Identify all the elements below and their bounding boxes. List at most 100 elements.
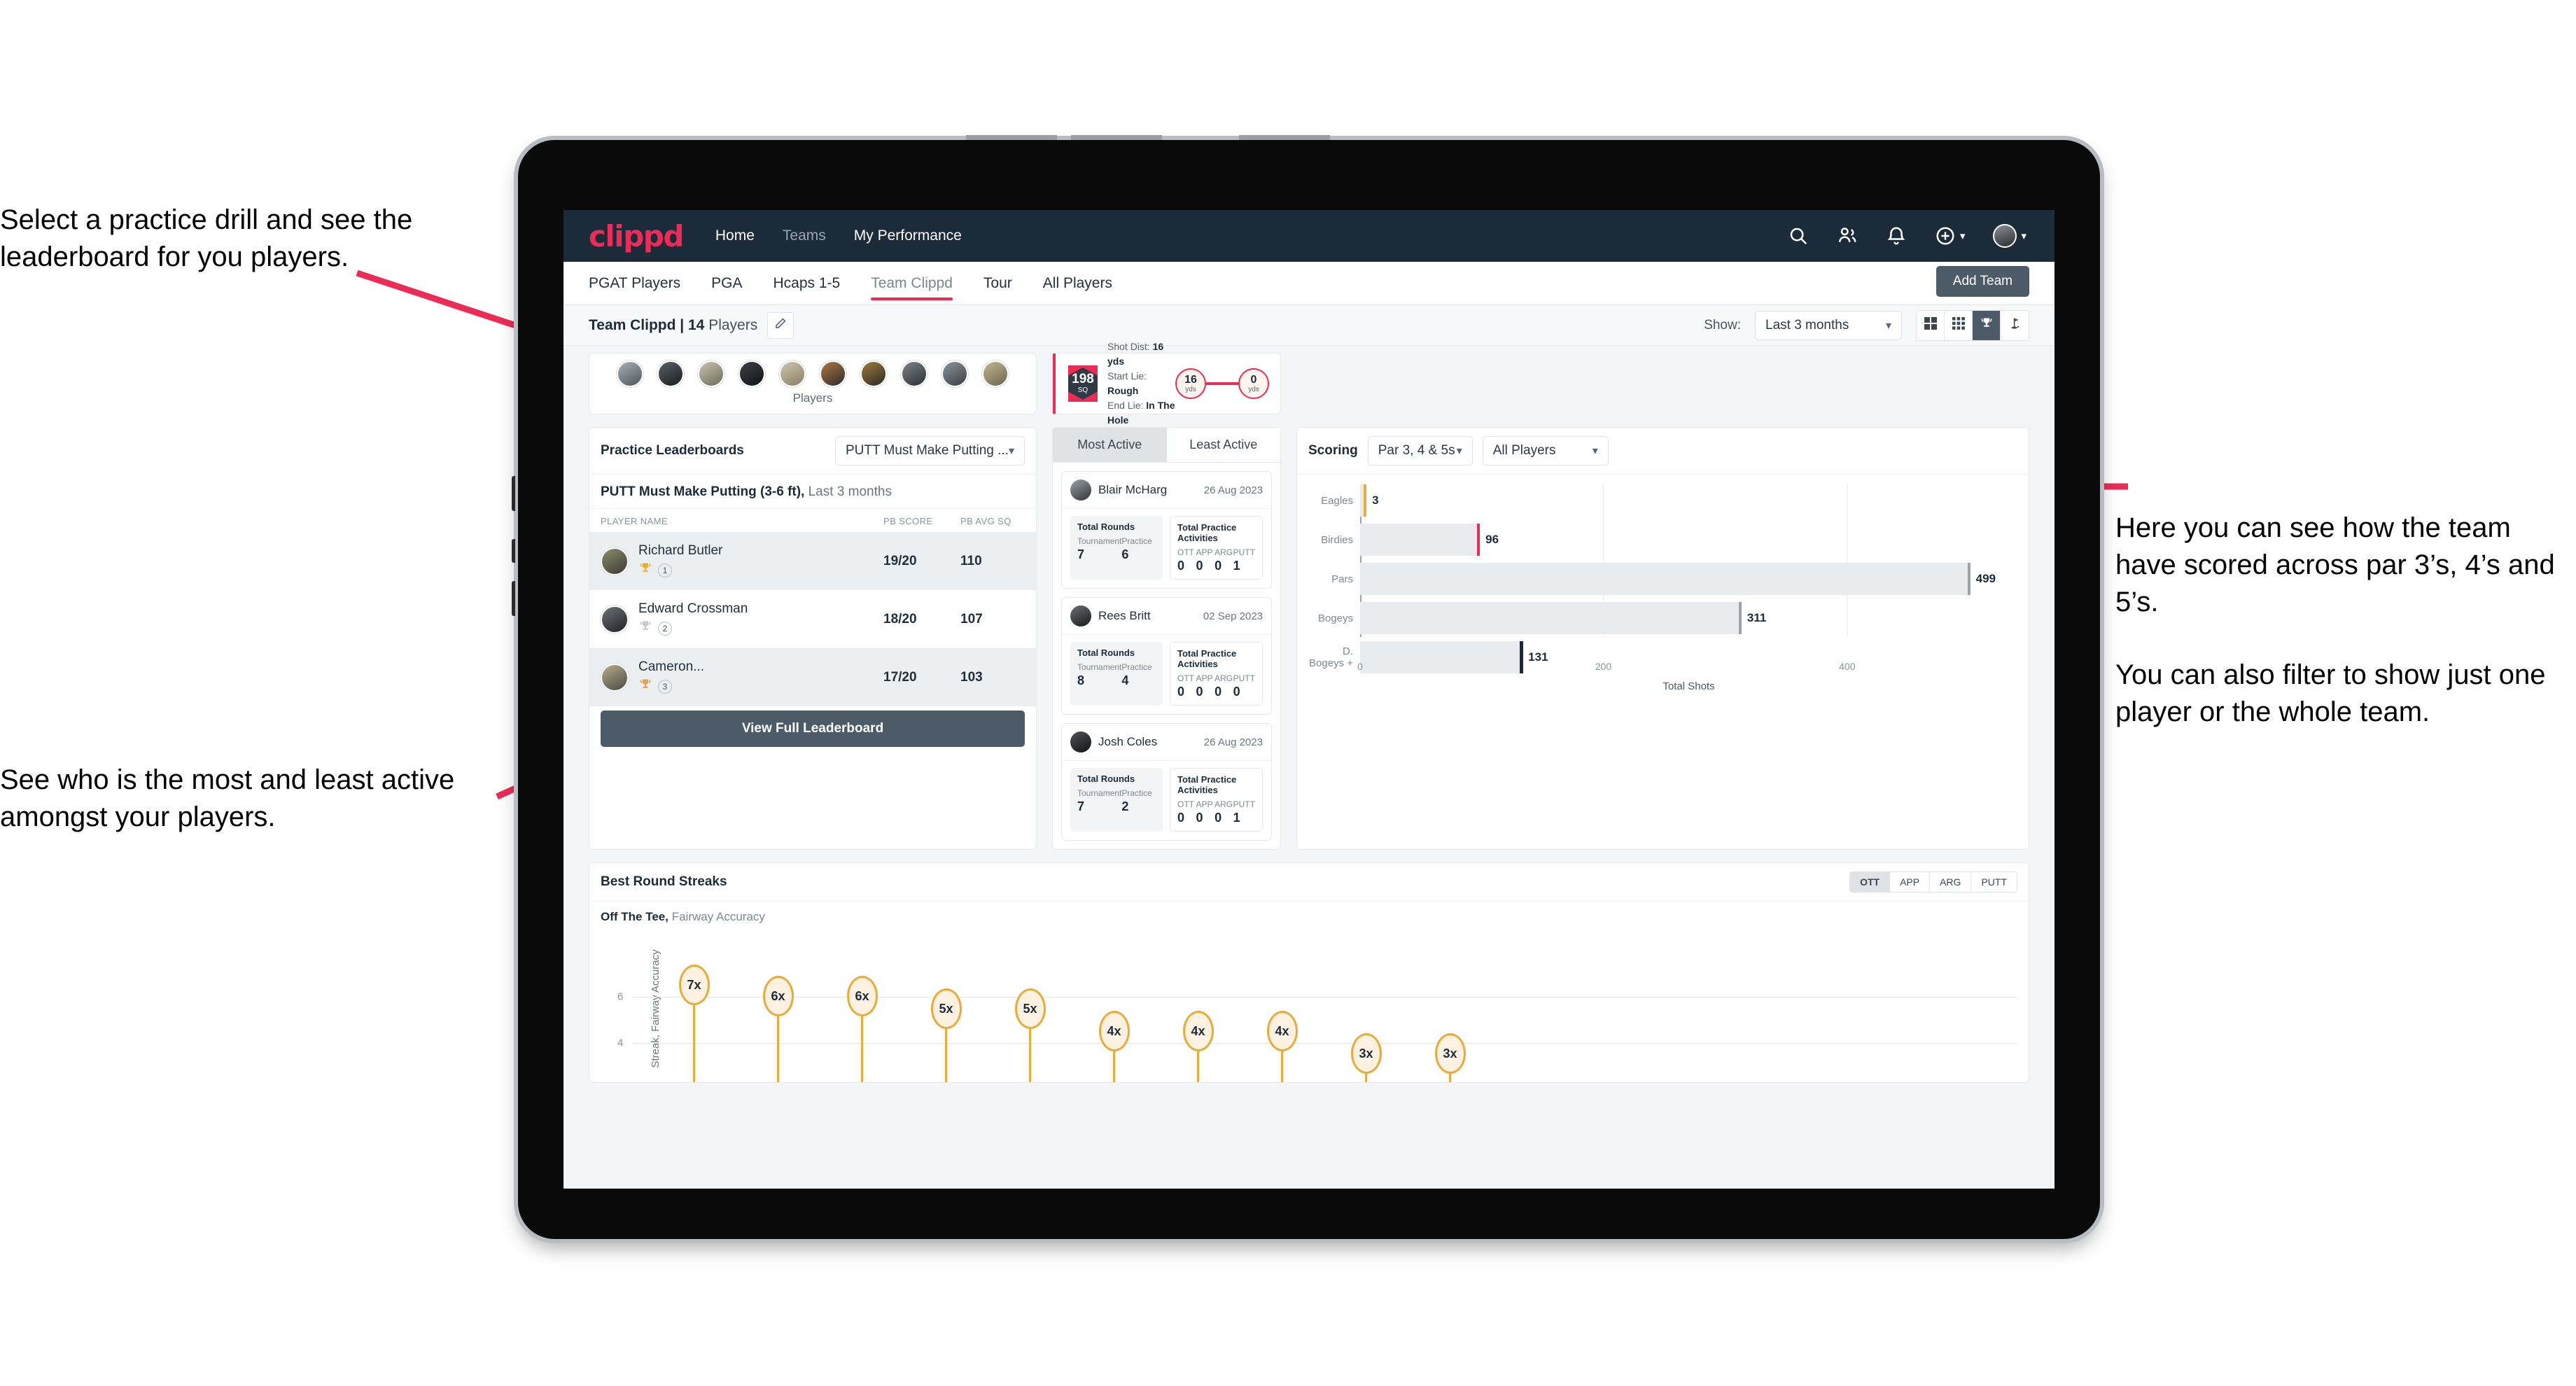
practice-leaderboards-card: Practice Leaderboards PUTT Must Make Put… xyxy=(589,427,1037,850)
streak-marker[interactable]: 6x xyxy=(762,976,794,1082)
player-avatar[interactable] xyxy=(820,360,846,387)
tab-tour[interactable]: Tour xyxy=(983,275,1012,300)
streaks-subtitle-bold: Off The Tee, xyxy=(601,910,668,923)
annotation-top-left: Select a practice drill and see the lead… xyxy=(0,202,532,276)
practice-value: 4 xyxy=(1121,673,1129,687)
column-player-name: PLAYER NAME xyxy=(601,516,668,526)
activity-date: 26 Aug 2023 xyxy=(1203,484,1263,496)
streak-marker[interactable]: 4x xyxy=(1266,1011,1298,1082)
nav-link-home[interactable]: Home xyxy=(715,227,755,244)
streak-marker[interactable]: 4x xyxy=(1182,1011,1214,1082)
list-item[interactable]: Blair McHarg 26 Aug 2023 Total Rounds To… xyxy=(1061,471,1272,589)
view-flag-button[interactable] xyxy=(2001,310,2029,340)
nav-link-teams[interactable]: Teams xyxy=(783,227,826,244)
ott-value: 0 xyxy=(1177,685,1185,699)
add-menu[interactable]: ▾ xyxy=(1935,225,1965,246)
total-rounds-label: Total Rounds xyxy=(1077,774,1135,784)
search-icon[interactable] xyxy=(1788,225,1809,246)
par-filter-select[interactable]: Par 3, 4 & 5s ▾ xyxy=(1367,436,1473,465)
arg-value: 0 xyxy=(1214,685,1222,699)
streak-marker[interactable]: 3x xyxy=(1350,1033,1382,1082)
player-avatar[interactable] xyxy=(901,360,927,387)
primary-nav-links: Home Teams My Performance xyxy=(715,227,962,244)
bell-icon[interactable] xyxy=(1886,225,1907,246)
player-avatar[interactable] xyxy=(738,360,765,387)
streak-marker[interactable]: 6x xyxy=(846,976,878,1082)
app-label: APP xyxy=(1196,673,1213,683)
view-mode-group xyxy=(1916,309,2029,341)
toggle-app[interactable]: APP xyxy=(1890,872,1931,892)
best-round-streaks-card: Best Round Streaks OTT APP ARG PUTT Off … xyxy=(589,862,2029,1083)
segment-least-active[interactable]: Least Active xyxy=(1166,428,1280,462)
clippd-logo[interactable]: clippd xyxy=(589,219,684,253)
player-avatar[interactable] xyxy=(617,360,643,387)
tab-team-clippd[interactable]: Team Clippd xyxy=(871,275,953,300)
add-team-button[interactable]: Add Team xyxy=(1935,266,2029,297)
player-rank-group: 3 xyxy=(638,678,883,695)
streak-marker[interactable]: 7x xyxy=(678,965,710,1082)
pb-avg-sq-value: 103 xyxy=(960,669,983,685)
bar-value-bogeys: 311 xyxy=(1746,611,1767,624)
putt-label: PUTT xyxy=(1233,673,1255,683)
streaks-category-toggle: OTT APP ARG PUTT xyxy=(1849,872,2017,892)
view-grid-small-button[interactable] xyxy=(1945,310,1973,340)
avatar[interactable] xyxy=(1993,224,2017,248)
table-row[interactable]: Edward Crossman 2 18/20 107 xyxy=(589,590,1036,648)
total-practice-box: Total Practice Activities OTT 0 APP 0 ARG 0… xyxy=(1170,516,1263,580)
streak-value: 5x xyxy=(930,988,962,1029)
people-icon[interactable] xyxy=(1837,225,1858,246)
player-avatar[interactable] xyxy=(657,360,684,387)
list-item[interactable]: Josh Coles 26 Aug 2023 Total Rounds Tour… xyxy=(1061,723,1272,841)
shot-summary-card: 198 SQ Shot Dist: 16 yds Start Lie: Roug… xyxy=(1052,341,1281,426)
table-row[interactable]: Richard Butler 1 19/20 110 xyxy=(589,532,1036,590)
player-rank-group: 2 xyxy=(638,620,883,637)
streak-marker[interactable]: 4x xyxy=(1098,1011,1130,1082)
toggle-arg[interactable]: ARG xyxy=(1930,872,1972,892)
list-item[interactable]: Rees Britt 02 Sep 2023 Total Rounds Tour… xyxy=(1061,597,1272,715)
streaks-header: Best Round Streaks OTT APP ARG PUTT xyxy=(589,863,2029,902)
bar-value-birdies: 96 xyxy=(1485,533,1499,546)
view-grid-large-button[interactable] xyxy=(1917,310,1945,340)
column-pb-score: PB SCORE xyxy=(883,516,933,526)
streak-marker[interactable]: 3x xyxy=(1434,1033,1466,1082)
streak-marker[interactable]: 5x xyxy=(930,988,962,1082)
view-full-leaderboard-button[interactable]: View Full Leaderboard xyxy=(601,710,1025,747)
segment-most-active[interactable]: Most Active xyxy=(1053,428,1167,462)
practice-label: Practice xyxy=(1121,788,1152,798)
chevron-down-icon: ▾ xyxy=(1885,319,1891,332)
drill-select[interactable]: PUTT Must Make Putting ... ▾ xyxy=(834,436,1025,465)
player-filter-select[interactable]: All Players ▾ xyxy=(1482,436,1609,465)
total-practice-label: Total Practice Activities xyxy=(1177,648,1237,669)
date-range-select[interactable]: Last 3 months ▾ xyxy=(1755,310,1902,340)
avatar xyxy=(1070,479,1091,500)
player-avatar[interactable] xyxy=(941,360,968,387)
total-practice-box: Total Practice Activities OTT 0 APP 0 ARG 0… xyxy=(1170,642,1263,706)
player-avatar[interactable] xyxy=(860,360,887,387)
avatar xyxy=(1070,732,1091,752)
toggle-putt[interactable]: PUTT xyxy=(1971,872,2017,892)
tab-pga[interactable]: PGA xyxy=(711,275,742,300)
player-avatar[interactable] xyxy=(698,360,724,387)
table-row[interactable]: Cameron... 3 17/20 103 xyxy=(589,648,1036,706)
view-trophy-button[interactable] xyxy=(1973,310,2001,340)
streak-marker[interactable]: 5x xyxy=(1014,988,1046,1082)
bar-label-bogeys: Bogeys xyxy=(1317,612,1353,624)
nav-link-my-performance[interactable]: My Performance xyxy=(854,227,962,244)
player-rank-group: 1 xyxy=(638,561,883,579)
player-avatar[interactable] xyxy=(779,360,806,387)
activity-segment-control: Most Active Least Active xyxy=(1053,428,1280,463)
account-menu[interactable]: ▾ xyxy=(1993,224,2026,248)
tab-pgat-players[interactable]: PGAT Players xyxy=(589,275,680,300)
edit-team-button[interactable] xyxy=(767,312,794,339)
tab-hcaps-1-5[interactable]: Hcaps 1-5 xyxy=(773,275,840,300)
x-tick-200: 200 xyxy=(1595,661,1612,672)
player-avatar-list xyxy=(589,360,1036,387)
toggle-ott[interactable]: OTT xyxy=(1850,872,1891,892)
tab-all-players[interactable]: All Players xyxy=(1043,275,1112,300)
arg-value: 0 xyxy=(1214,559,1222,573)
par-filter-value: Par 3, 4 & 5s xyxy=(1378,443,1455,458)
arg-label: ARG xyxy=(1214,547,1233,557)
plus-circle-icon[interactable] xyxy=(1935,225,1956,246)
player-avatar[interactable] xyxy=(982,360,1009,387)
shot-details: Shot Dist: 16 yds Start Lie: Rough End L… xyxy=(1107,340,1175,428)
